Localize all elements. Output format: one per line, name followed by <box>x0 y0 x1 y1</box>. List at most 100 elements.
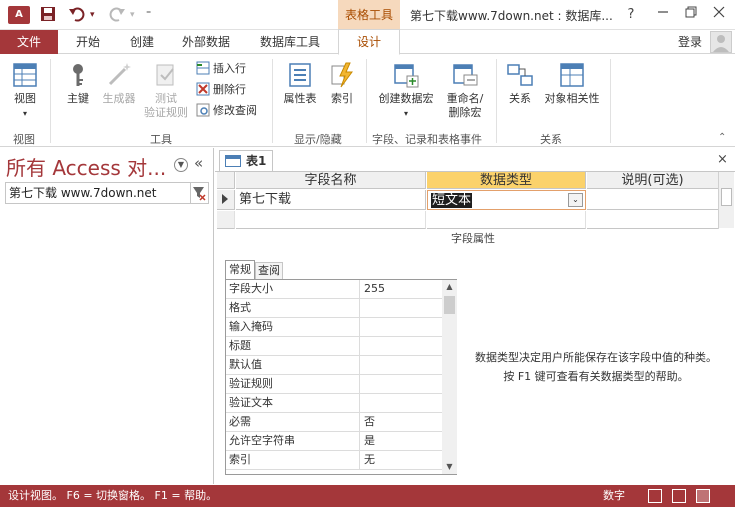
datasheet-view-icon[interactable] <box>648 489 662 503</box>
rename-delete-macro-button[interactable]: 重命名/删除宏 <box>440 61 490 120</box>
test-validation-rules-button: 测试 验证规则 <box>140 61 192 120</box>
property-value[interactable] <box>361 299 442 318</box>
undo-icon[interactable] <box>68 6 86 24</box>
tab-lookup[interactable]: 查阅 <box>255 262 283 279</box>
test-rules-label-2: 验证规则 <box>144 106 188 119</box>
property-value[interactable] <box>361 375 442 394</box>
chevron-up-icon[interactable]: ⌃ <box>718 132 726 143</box>
property-value[interactable] <box>361 394 442 413</box>
undo-dropdown-icon[interactable]: ▾ <box>90 6 95 24</box>
document-tab[interactable]: 表1 <box>219 150 273 172</box>
group-separator <box>272 59 273 143</box>
description-cell[interactable] <box>587 190 719 210</box>
scrollbar-thumb[interactable] <box>444 296 455 314</box>
design-view-icon[interactable] <box>696 489 710 503</box>
group-label-tools: 工具 <box>150 133 172 146</box>
property-sheet-icon <box>289 63 311 87</box>
object-dependencies-label: 对象相关性 <box>544 92 600 105</box>
data-type-cell[interactable]: 短文本 ⌄ <box>427 190 586 210</box>
close-icon[interactable] <box>706 4 732 26</box>
delete-row-button[interactable]: 删除行 <box>196 82 246 98</box>
property-value[interactable]: 是 <box>361 432 442 451</box>
view-button[interactable]: 视图 ▾ <box>6 61 44 121</box>
row-selector[interactable] <box>217 211 235 229</box>
create-data-macros-button[interactable]: 创建数据宏 ▾ <box>374 61 438 121</box>
minimize-icon[interactable] <box>650 4 676 26</box>
help-button[interactable]: ? <box>618 4 644 26</box>
relationships-button[interactable]: 关系 <box>502 61 538 106</box>
property-row[interactable]: 允许空字符串是 <box>226 432 442 451</box>
property-name: 标题 <box>226 337 360 356</box>
description-cell[interactable] <box>587 211 719 229</box>
restore-icon[interactable] <box>678 4 704 26</box>
row-selector[interactable] <box>217 190 235 210</box>
contextual-tab-title: 表格工具 <box>338 0 400 30</box>
insert-row-icon <box>196 61 210 75</box>
property-value[interactable] <box>361 318 442 337</box>
close-document-button[interactable]: × <box>717 152 728 167</box>
property-row[interactable]: 字段大小 255 <box>226 280 442 299</box>
nav-pane-title[interactable]: 所有 Access 对... <box>6 152 166 181</box>
property-name: 验证文本 <box>226 394 360 413</box>
customize-qat-icon[interactable]: ⁼ <box>146 6 151 24</box>
field-name-cell[interactable] <box>236 211 426 229</box>
filter-clear-icon[interactable] <box>191 182 209 204</box>
property-row[interactable]: 索引无 <box>226 451 442 470</box>
nav-search-input[interactable]: 第七下载 www.7down.net <box>5 182 191 204</box>
group-label-relationships: 关系 <box>540 133 562 146</box>
tab-file[interactable]: 文件 <box>0 30 58 54</box>
key-icon <box>73 64 83 86</box>
property-value[interactable]: 否 <box>361 413 442 432</box>
column-header-description[interactable]: 说明(可选) <box>587 172 719 189</box>
tab-general[interactable]: 常规 <box>225 260 255 279</box>
column-header-data-type[interactable]: 数据类型 <box>427 172 586 189</box>
pivot-view-icon[interactable] <box>672 489 686 503</box>
property-name: 必需 <box>226 413 360 432</box>
primary-key-button[interactable]: 主键 <box>58 61 98 106</box>
tab-create[interactable]: 创建 <box>130 30 154 54</box>
property-row[interactable]: 验证文本 <box>226 394 442 413</box>
property-row[interactable]: 格式 <box>226 299 442 318</box>
indexes-button[interactable]: 索引 <box>324 61 360 106</box>
chevron-down-icon[interactable]: ▼ <box>442 460 457 474</box>
numlock-indicator: 数字 <box>603 489 625 502</box>
avatar[interactable] <box>710 31 732 53</box>
property-value[interactable]: 无 <box>361 451 442 470</box>
view-label: 视图 <box>14 92 36 105</box>
chevron-up-icon[interactable]: ▲ <box>442 280 457 294</box>
property-row[interactable]: 标题 <box>226 337 442 356</box>
column-header-field-name[interactable]: 字段名称 <box>236 172 426 189</box>
tab-design[interactable]: 设计 <box>338 29 400 55</box>
property-value[interactable]: 255 <box>361 280 442 299</box>
grid-scrollbar[interactable] <box>718 172 734 228</box>
property-name: 默认值 <box>226 356 360 375</box>
shutter-bar-button[interactable]: « <box>194 154 203 172</box>
data-type-value: 短文本 <box>431 193 473 208</box>
tab-database-tools[interactable]: 数据库工具 <box>260 30 320 54</box>
properties-grid: 字段大小 255 格式 输入掩码 标题 默认值 验证规则 验证文本 必需否 允许空… <box>225 279 457 475</box>
modify-lookups-icon <box>196 103 210 117</box>
save-icon[interactable] <box>40 6 56 24</box>
field-name-cell[interactable]: 第七下载 <box>236 190 426 210</box>
tab-home[interactable]: 开始 <box>76 30 100 54</box>
create-data-macros-label: 创建数据宏 <box>378 92 434 105</box>
object-dependencies-button[interactable]: 对象相关性 <box>540 61 604 106</box>
scrollbar-thumb[interactable] <box>721 188 732 206</box>
data-type-cell[interactable] <box>427 211 586 229</box>
properties-scrollbar[interactable]: ▲ ▼ <box>442 280 457 474</box>
access-logo-icon[interactable]: A <box>8 6 30 24</box>
property-value[interactable] <box>361 337 442 356</box>
property-row[interactable]: 必需否 <box>226 413 442 432</box>
chevron-down-icon[interactable]: ⌄ <box>568 193 583 207</box>
property-row[interactable]: 默认值 <box>226 356 442 375</box>
login-link[interactable]: 登录 <box>678 30 702 54</box>
modify-lookups-button[interactable]: 修改查阅 <box>196 103 257 119</box>
property-sheet-button[interactable]: 属性表 <box>280 61 320 106</box>
chevron-down-icon[interactable]: ▼ <box>174 158 188 172</box>
property-value[interactable] <box>361 356 442 375</box>
property-row[interactable]: 输入掩码 <box>226 318 442 337</box>
tab-external-data[interactable]: 外部数据 <box>182 30 230 54</box>
property-row[interactable]: 验证规则 <box>226 375 442 394</box>
delete-row-label: 删除行 <box>213 83 246 96</box>
insert-row-button[interactable]: 插入行 <box>196 61 246 77</box>
